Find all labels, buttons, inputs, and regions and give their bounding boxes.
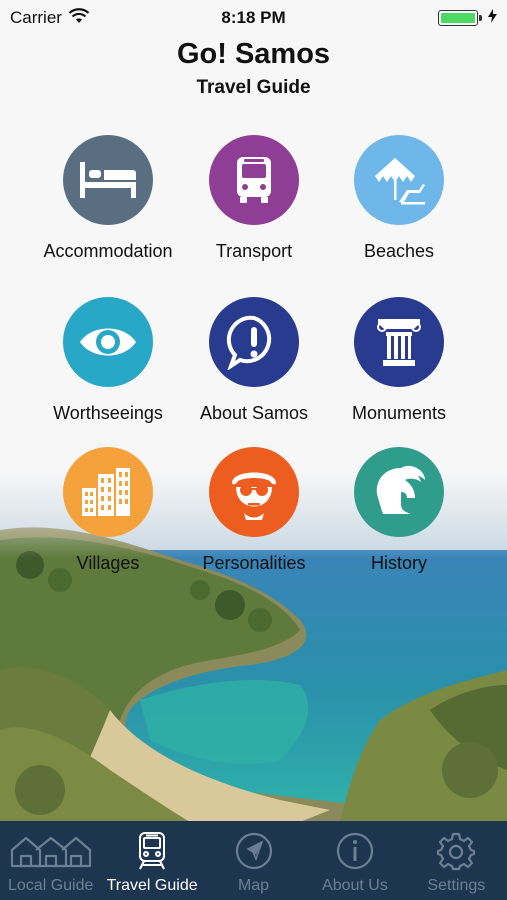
menu-accommodation[interactable]: Accommodation [23, 135, 193, 262]
menu-label: About Samos [199, 403, 309, 423]
spartan-helmet-icon [354, 447, 444, 537]
eye-icon [63, 297, 153, 387]
tab-about-us[interactable]: About Us [304, 821, 405, 900]
beach-umbrella-icon [354, 135, 444, 225]
tab-local-guide[interactable]: Local Guide [0, 821, 101, 900]
wifi-icon [68, 7, 90, 29]
info-bubble-icon [209, 297, 299, 387]
menu-worthseeings[interactable]: Worthseeings [23, 297, 193, 424]
tab-label: About Us [322, 877, 388, 894]
tab-label: Local Guide [8, 877, 94, 894]
tab-label: Travel Guide [106, 877, 198, 894]
menu-grid: Accommodation Transport Beaches Worthsee… [0, 0, 507, 820]
menu-label: Personalities [202, 553, 306, 573]
tab-travel-guide[interactable]: Travel Guide [101, 821, 202, 900]
bus-icon [209, 135, 299, 225]
info-icon [335, 829, 375, 873]
compass-icon [234, 829, 274, 873]
tab-label: Map [237, 877, 270, 894]
status-bar: Carrier 8:18 PM [0, 0, 507, 36]
buildings-icon [63, 447, 153, 537]
menu-label: Beaches [363, 241, 435, 261]
column-icon [354, 297, 444, 387]
train-icon [137, 829, 167, 873]
tab-bar: Local Guide Travel Guide Map About Us Se… [0, 821, 507, 900]
houses-icon [10, 829, 92, 873]
menu-villages[interactable]: Villages [23, 447, 193, 574]
menu-monuments[interactable]: Monuments [314, 297, 484, 424]
tab-settings[interactable]: Settings [406, 821, 507, 900]
menu-label: Monuments [351, 403, 447, 423]
carrier-label: Carrier [10, 8, 62, 27]
menu-label: Accommodation [43, 241, 173, 261]
menu-beaches[interactable]: Beaches [314, 135, 484, 262]
tab-label: Settings [427, 877, 486, 894]
charging-bolt-icon [488, 8, 497, 28]
battery-icon [438, 10, 482, 26]
menu-label: Transport [215, 241, 293, 261]
menu-label: Villages [76, 553, 140, 573]
bed-icon [63, 135, 153, 225]
gear-icon [436, 829, 476, 873]
tab-map[interactable]: Map [203, 821, 304, 900]
face-glasses-icon [209, 447, 299, 537]
menu-label: Worthseeings [53, 403, 163, 423]
menu-label: History [370, 553, 427, 573]
menu-history[interactable]: History [314, 447, 484, 574]
